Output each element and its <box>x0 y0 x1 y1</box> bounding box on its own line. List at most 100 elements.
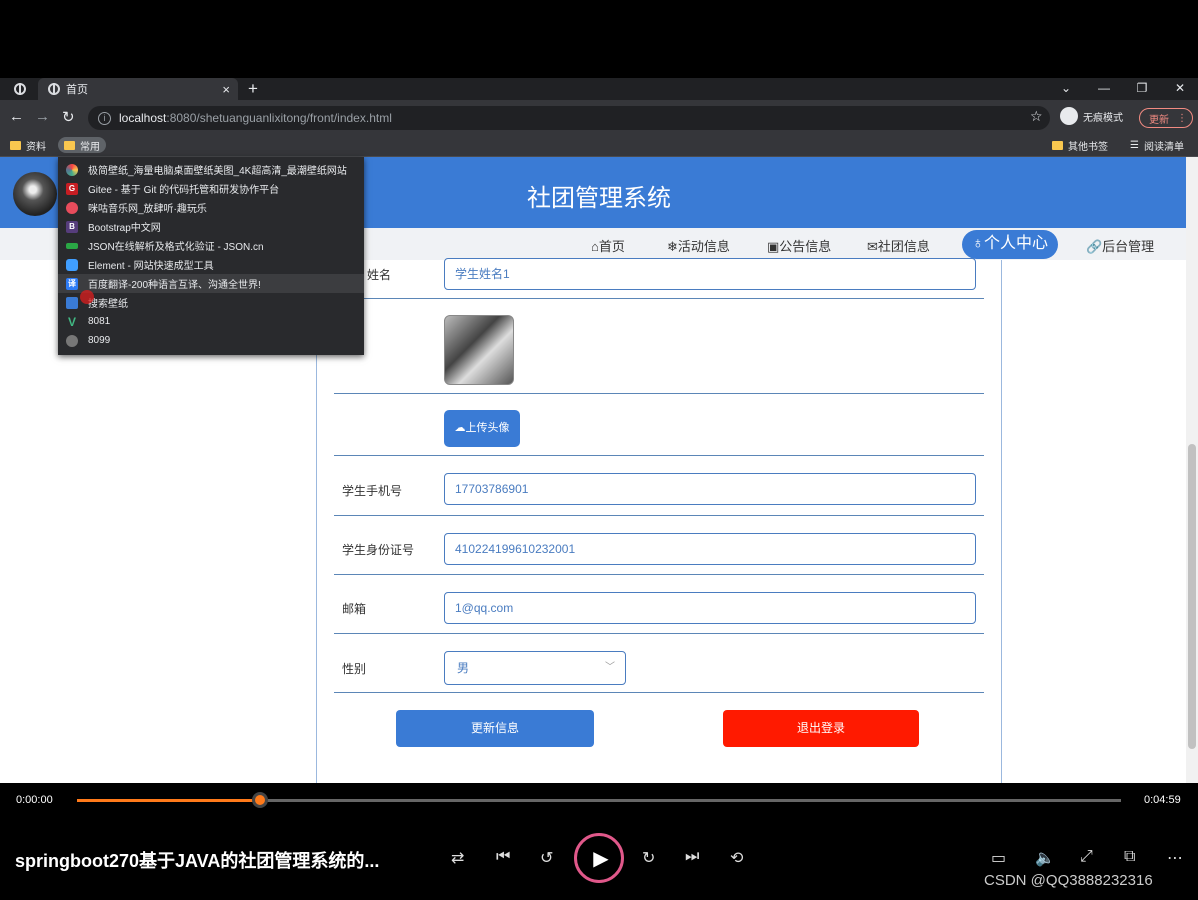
play-icon: ▶ <box>593 847 609 870</box>
scrollbar-thumb[interactable] <box>1188 444 1196 749</box>
previous-icon[interactable]: ⏮ <box>496 848 510 866</box>
id-card-input[interactable]: 410224199610232001 <box>444 533 976 565</box>
dropdown-item[interactable]: JSON在线解析及格式化验证 - JSON.cn <box>58 236 364 255</box>
dropdown-item-label: Bootstrap中文网 <box>88 223 161 234</box>
element-icon <box>66 258 78 271</box>
bootstrap-icon: B <box>66 220 78 233</box>
row-divider <box>334 692 984 693</box>
reload-icon[interactable]: ↻ <box>62 108 75 126</box>
shuffle-icon[interactable]: ⇄ <box>451 848 464 868</box>
email-input[interactable]: 1@qq.com <box>444 592 976 624</box>
dropdown-item-label: 8081 <box>88 316 111 327</box>
dropdown-item[interactable]: 搜索壁纸 <box>58 293 364 312</box>
rewind-icon[interactable]: ↺ <box>540 848 553 868</box>
avatar-image <box>444 315 514 385</box>
upload-avatar-button[interactable]: ☁上传头像 <box>444 410 520 447</box>
update-info-button[interactable]: 更新信息 <box>396 710 594 747</box>
id-card-label: 学生身份证号 <box>342 543 415 557</box>
tab-search-icon[interactable]: ⌄ <box>1048 78 1084 98</box>
url-host: localhost <box>119 111 167 125</box>
nav-notices[interactable]: ▣公告信息 <box>767 236 831 255</box>
folder-icon <box>10 140 21 150</box>
upload-label: 上传头像 <box>465 422 510 434</box>
json-icon <box>66 242 78 249</box>
incognito-icon <box>1060 107 1078 125</box>
next-icon[interactable]: ⏭ <box>685 848 699 866</box>
phone-input[interactable]: 17703786901 <box>444 473 976 505</box>
browser-tab-active[interactable]: 首页 × <box>38 78 238 100</box>
site-info-icon[interactable]: i <box>98 111 111 125</box>
url-path: :8080/shetuanguanlixitong/front/index.ht… <box>166 111 392 125</box>
browser-globe-icon <box>14 82 26 100</box>
name-input[interactable]: 学生姓名1 <box>444 258 976 290</box>
dropdown-item-label: 搜索壁纸 <box>88 299 128 310</box>
volume-icon[interactable]: 🔈 <box>1035 848 1055 868</box>
gender-select[interactable]: 男 ﹀ <box>444 651 626 685</box>
dropdown-item[interactable]: 极简壁纸_海量电脑桌面壁纸美图_4K超高清_最潮壁纸网站 <box>58 160 364 179</box>
forward-30-icon[interactable]: ↻ <box>642 848 655 868</box>
folder-icon <box>1052 140 1063 150</box>
migu-icon <box>66 201 78 214</box>
bookmark-dropdown: 极简壁纸_海量电脑桌面壁纸美图_4K超高清_最潮壁纸网站 G Gitee - 基… <box>58 157 364 355</box>
dropdown-item[interactable]: 咪咕音乐网_放肆听·趣玩乐 <box>58 198 364 217</box>
total-time: 0:04:59 <box>1144 794 1181 806</box>
dropdown-item[interactable]: V 8081 <box>58 312 364 331</box>
more-options-icon[interactable]: ⋯ <box>1167 848 1183 868</box>
nav-activities[interactable]: ❄活动信息 <box>667 236 730 255</box>
back-arrow-icon[interactable]: ← <box>9 108 24 125</box>
dropdown-item-label: Element - 网站快速成型工具 <box>88 261 214 272</box>
dropdown-item[interactable]: B Bootstrap中文网 <box>58 217 364 236</box>
vue-icon: V <box>67 314 76 329</box>
dropdown-item[interactable]: Element - 网站快速成型工具 <box>58 255 364 274</box>
dropdown-item-label: 咪咕音乐网_放肆听·趣玩乐 <box>88 204 207 215</box>
bookmark-other[interactable]: 其他书签 <box>1052 137 1108 153</box>
folder-icon <box>64 140 75 150</box>
tab-close-icon[interactable]: × <box>222 82 230 97</box>
nav-home[interactable]: ⌂首页 <box>591 236 625 255</box>
video-top-band <box>0 0 1198 78</box>
url-input[interactable]: i localhost :8080/shetuanguanlixitong/fr… <box>88 106 1050 130</box>
globe-icon <box>66 334 78 347</box>
fullscreen-icon[interactable]: ⤢ <box>1080 848 1093 866</box>
bookmark-folder-changyong[interactable]: 常用 <box>58 137 106 153</box>
update-button[interactable]: 更新 ⋮ <box>1139 108 1193 128</box>
wallpaper-search-icon <box>66 296 78 309</box>
repeat-icon[interactable]: ⟲ <box>730 848 743 868</box>
play-button[interactable]: ▶ <box>574 833 624 883</box>
dropdown-item-label: JSON在线解析及格式化验证 - JSON.cn <box>88 242 264 253</box>
minimize-button[interactable]: — <box>1086 78 1122 98</box>
dropdown-item[interactable]: G Gitee - 基于 Git 的代码托管和研发协作平台 <box>58 179 364 198</box>
bookmark-label: 其他书签 <box>1068 141 1108 153</box>
logout-button[interactable]: 退出登录 <box>723 710 919 747</box>
close-window-button[interactable]: ✕ <box>1162 78 1198 98</box>
dropdown-item[interactable]: 8099 <box>58 331 364 350</box>
baidu-translate-icon: 译 <box>66 277 78 290</box>
nav-clubs[interactable]: ✉社团信息 <box>867 236 930 255</box>
profile-form <box>316 260 1002 783</box>
new-tab-button[interactable]: + <box>248 79 258 99</box>
tab-title: 首页 <box>66 84 88 96</box>
dropdown-item-label: Gitee - 基于 Git 的代码托管和研发协作平台 <box>88 185 280 196</box>
bookmark-star-icon[interactable]: ☆ <box>1030 108 1043 125</box>
more-menu-icon: ⋮ <box>1177 112 1187 124</box>
wallpaper-site-icon <box>66 163 78 176</box>
forward-arrow-icon[interactable]: → <box>35 108 50 125</box>
bookmark-folder-ziliao[interactable]: 资料 <box>10 137 46 153</box>
gender-value: 男 <box>457 661 470 675</box>
cloud-upload-icon: ☁ <box>454 422 466 434</box>
seek-handle[interactable] <box>252 792 268 808</box>
gender-label: 性别 <box>342 662 367 676</box>
nav-admin[interactable]: 🔗后台管理 <box>1086 236 1154 255</box>
reading-list[interactable]: ☰ 阅读清单 <box>1130 137 1184 153</box>
dropdown-item[interactable]: 译 百度翻译-200种语言互译、沟通全世界! <box>58 274 364 293</box>
tab-favicon-icon <box>48 83 60 95</box>
restore-button[interactable]: ❐ <box>1124 78 1160 98</box>
pip-icon[interactable]: ⧉ <box>1124 848 1135 866</box>
incognito-indicator[interactable]: 无痕模式 <box>1060 107 1123 125</box>
dropdown-item-label: 8099 <box>88 335 111 346</box>
subtitles-icon[interactable]: ▭ <box>991 848 1006 868</box>
nav-profile[interactable]: ♁个人中心 <box>962 230 1058 259</box>
bookmark-label: 阅读清单 <box>1143 141 1184 153</box>
row-divider <box>334 633 984 634</box>
reading-list-icon: ☰ <box>1130 139 1139 151</box>
